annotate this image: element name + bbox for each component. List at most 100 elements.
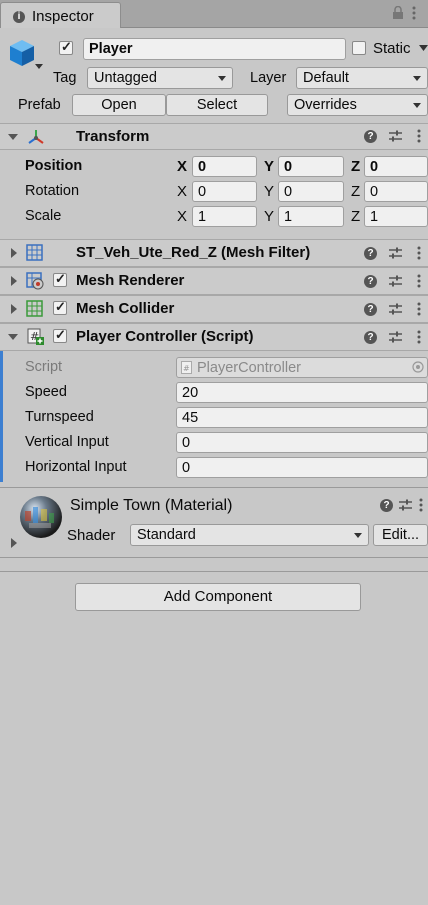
mesh-collider-icon <box>26 300 43 317</box>
vertical-input-label: Vertical Input <box>25 434 109 450</box>
scale-label: Scale <box>25 208 62 224</box>
chevron-down-icon <box>354 533 362 538</box>
selection-accent-bar <box>0 351 3 482</box>
position-y-field[interactable]: 0 <box>278 156 344 177</box>
scale-x-field[interactable]: 1 <box>192 206 257 227</box>
static-label: Static <box>373 40 411 57</box>
position-x-label[interactable]: X <box>177 158 187 175</box>
horizontal-input-field[interactable]: 0 <box>176 457 428 478</box>
rotation-y-field[interactable]: 0 <box>278 181 344 202</box>
prefab-select-button[interactable]: Select <box>166 94 268 116</box>
prefab-label: Prefab <box>18 97 61 113</box>
component-menu-icon[interactable] <box>417 129 421 143</box>
presets-icon[interactable] <box>389 275 402 288</box>
foldout-expanded-icon[interactable] <box>8 334 18 340</box>
layer-value: Default <box>303 70 349 86</box>
scale-y-field[interactable]: 1 <box>278 206 344 227</box>
component-menu-icon[interactable] <box>417 302 421 316</box>
presets-icon[interactable] <box>399 499 412 512</box>
component-menu-icon[interactable] <box>417 330 421 344</box>
prefab-overrides-dropdown[interactable]: Overrides <box>287 94 428 116</box>
rotation-x-label[interactable]: X <box>177 183 187 200</box>
shader-edit-button[interactable]: Edit... <box>373 524 428 546</box>
foldout-collapsed-icon[interactable] <box>11 538 17 548</box>
component-menu-icon[interactable] <box>419 498 423 512</box>
position-y-label[interactable]: Y <box>264 158 274 175</box>
gameobject-active-checkbox[interactable]: ✓ <box>59 40 73 55</box>
position-z-label[interactable]: Z <box>351 158 360 175</box>
help-icon[interactable]: ? <box>364 130 377 143</box>
layer-dropdown[interactable]: Default <box>296 67 428 89</box>
speed-label: Speed <box>25 384 67 400</box>
script-value: PlayerController <box>197 360 301 376</box>
divider <box>0 571 428 572</box>
foldout-collapsed-icon[interactable] <box>11 248 17 258</box>
window-menu-icon[interactable] <box>411 6 417 20</box>
rotation-z-label[interactable]: Z <box>351 183 360 200</box>
material-title: Simple Town (Material) <box>70 497 233 514</box>
overrides-value: Overrides <box>294 97 357 113</box>
script-file-icon: # <box>181 361 192 374</box>
transform-icon <box>28 130 44 144</box>
info-icon: i <box>13 11 25 23</box>
prefab-cube-icon[interactable] <box>9 38 43 72</box>
position-z-field[interactable]: 0 <box>364 156 428 177</box>
tag-value: Untagged <box>94 70 157 86</box>
object-picker-icon[interactable] <box>412 361 424 373</box>
component-menu-icon[interactable] <box>417 274 421 288</box>
gameobject-name-field[interactable]: Player <box>83 38 346 60</box>
help-icon[interactable]: ? <box>380 499 393 512</box>
position-x-field[interactable]: 0 <box>192 156 257 177</box>
mesh-renderer-enabled-checkbox[interactable]: ✓ <box>53 272 67 287</box>
inspector-tab[interactable]: i Inspector <box>0 2 121 28</box>
presets-icon[interactable] <box>389 303 402 316</box>
help-icon[interactable]: ? <box>364 247 377 260</box>
scale-z-label[interactable]: Z <box>351 208 360 225</box>
add-component-button[interactable]: Add Component <box>75 583 361 611</box>
layer-label: Layer <box>250 70 287 86</box>
foldout-expanded-icon[interactable] <box>8 134 18 140</box>
rotation-y-label[interactable]: Y <box>264 183 274 200</box>
mesh-renderer-title: Mesh Renderer <box>76 272 185 289</box>
horizontal-input-label: Horizontal Input <box>25 459 127 475</box>
player-controller-enabled-checkbox[interactable]: ✓ <box>53 328 67 343</box>
foldout-collapsed-icon[interactable] <box>11 276 17 286</box>
script-label: Script <box>25 359 63 375</box>
divider <box>0 487 428 488</box>
tag-label: Tag <box>53 70 77 86</box>
help-icon[interactable]: ? <box>364 303 377 316</box>
chevron-down-icon <box>413 76 421 81</box>
static-dropdown-arrow-icon[interactable] <box>419 45 428 51</box>
lock-icon[interactable] <box>392 6 404 20</box>
script-icon: # <box>27 328 44 345</box>
shader-dropdown[interactable]: Standard <box>130 524 369 546</box>
help-icon[interactable]: ? <box>364 275 377 288</box>
prefab-open-button[interactable]: Open <box>72 94 166 116</box>
presets-icon[interactable] <box>389 247 402 260</box>
chevron-down-icon <box>413 103 421 108</box>
svg-text:#: # <box>183 364 190 373</box>
help-icon[interactable]: ? <box>364 331 377 344</box>
tag-dropdown[interactable]: Untagged <box>87 67 233 89</box>
component-menu-icon[interactable] <box>417 246 421 260</box>
scale-y-label[interactable]: Y <box>264 208 274 225</box>
scale-z-field[interactable]: 1 <box>364 206 428 227</box>
mesh-collider-enabled-checkbox[interactable]: ✓ <box>53 300 67 315</box>
player-controller-title: Player Controller (Script) <box>76 328 254 345</box>
shader-value: Standard <box>137 527 196 543</box>
chevron-down-icon <box>218 76 226 81</box>
rotation-x-field[interactable]: 0 <box>192 181 257 202</box>
turnspeed-field[interactable]: 45 <box>176 407 428 428</box>
speed-field[interactable]: 20 <box>176 382 428 403</box>
vertical-input-field[interactable]: 0 <box>176 432 428 453</box>
presets-icon[interactable] <box>389 130 402 143</box>
presets-icon[interactable] <box>389 331 402 344</box>
material-preview-sphere[interactable] <box>19 495 63 539</box>
mesh-collider-title: Mesh Collider <box>76 300 175 317</box>
foldout-collapsed-icon[interactable] <box>11 304 17 314</box>
rotation-z-field[interactable]: 0 <box>364 181 428 202</box>
mesh-renderer-icon <box>26 272 44 290</box>
static-checkbox[interactable] <box>352 41 366 55</box>
scale-x-label[interactable]: X <box>177 208 187 225</box>
inspector-tab-label: Inspector <box>32 8 94 25</box>
